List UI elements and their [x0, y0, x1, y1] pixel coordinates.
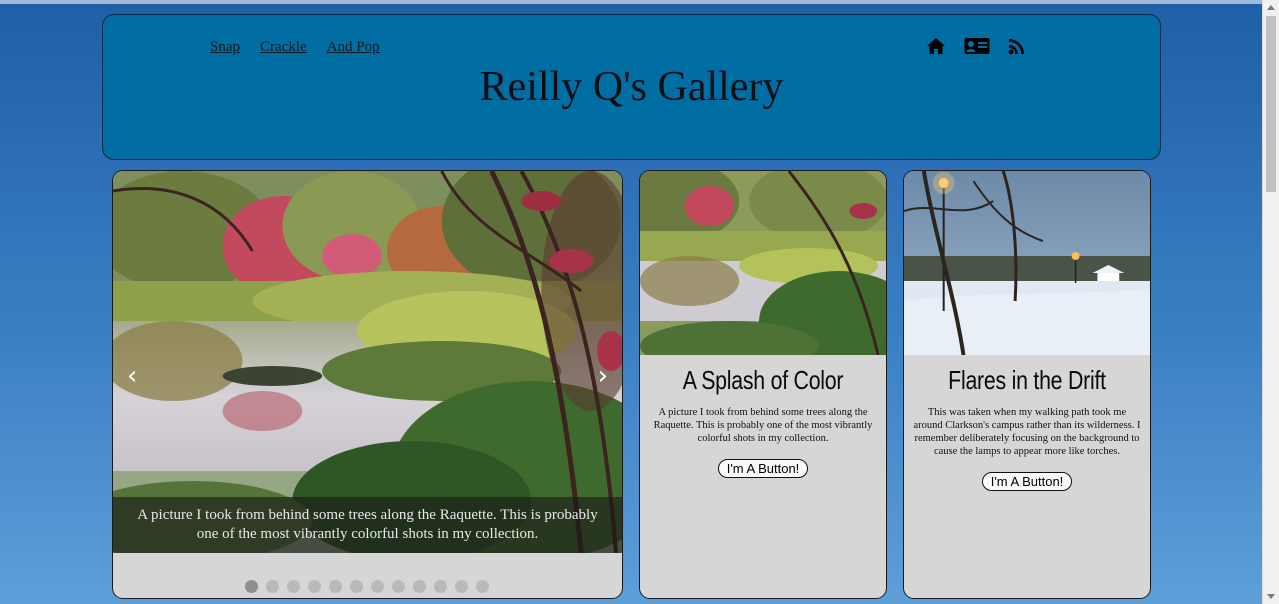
card-action-button[interactable]: I'm A Button!: [717, 459, 809, 478]
carousel-indicator-dot[interactable]: [476, 580, 489, 593]
carousel-indicator-dot[interactable]: [413, 580, 426, 593]
carousel-slide-image: [113, 171, 622, 553]
carousel-indicator-dot[interactable]: [392, 580, 405, 593]
card-action-button[interactable]: I'm A Button!: [981, 472, 1073, 491]
contact-card-icon[interactable]: [964, 37, 990, 60]
gallery-card: A Splash of Color A picture I took from …: [639, 170, 887, 599]
card-image-splash-of-color: [640, 171, 886, 355]
carousel-indicators: [245, 580, 489, 593]
carousel-indicator-dot[interactable]: [350, 580, 363, 593]
carousel-next-button[interactable]: ›: [598, 361, 608, 391]
browser-top-strip: [0, 0, 1279, 4]
carousel-indicator-dot[interactable]: [434, 580, 447, 593]
scrollbar-thumb[interactable]: [1266, 16, 1276, 192]
photo-carousel: ‹ › A picture I took from behind some tr…: [112, 170, 623, 599]
carousel-indicator-dot[interactable]: [308, 580, 321, 593]
rss-icon[interactable]: [1008, 37, 1026, 60]
card-description: A picture I took from behind some trees …: [653, 407, 873, 444]
header-icons: [926, 37, 1026, 60]
carousel-indicator-dot[interactable]: [245, 580, 258, 593]
scroll-up-icon[interactable]: [1267, 5, 1275, 10]
site-header: Snap Crackle And Pop Reilly Q's Gallery: [102, 14, 1161, 160]
card-title: Flares in the Drift: [948, 365, 1106, 395]
scroll-down-icon[interactable]: [1267, 594, 1275, 599]
carousel-indicator-dot[interactable]: [287, 580, 300, 593]
carousel-indicator-dot[interactable]: [371, 580, 384, 593]
nav-link-snap[interactable]: Snap: [210, 39, 240, 56]
carousel-indicator-dot[interactable]: [329, 580, 342, 593]
carousel-indicator-dot[interactable]: [455, 580, 468, 593]
nav-link-and-pop[interactable]: And Pop: [327, 39, 380, 56]
nav-link-crackle[interactable]: Crackle: [260, 39, 307, 56]
site-title: Reilly Q's Gallery: [479, 64, 784, 110]
home-icon[interactable]: [926, 37, 946, 60]
carousel-indicator-dot[interactable]: [266, 580, 279, 593]
gallery-card: Flares in the Drift This was taken when …: [903, 170, 1151, 599]
card-title: A Splash of Color: [682, 365, 844, 395]
carousel-prev-button[interactable]: ‹: [127, 361, 137, 391]
main-nav: Snap Crackle And Pop: [210, 39, 380, 56]
card-image-flares-in-the-drift: [904, 171, 1150, 355]
card-description: This was taken when my walking path took…: [913, 407, 1141, 457]
page-scrollbar[interactable]: [1262, 0, 1279, 604]
carousel-caption: A picture I took from behind some trees …: [113, 497, 622, 553]
